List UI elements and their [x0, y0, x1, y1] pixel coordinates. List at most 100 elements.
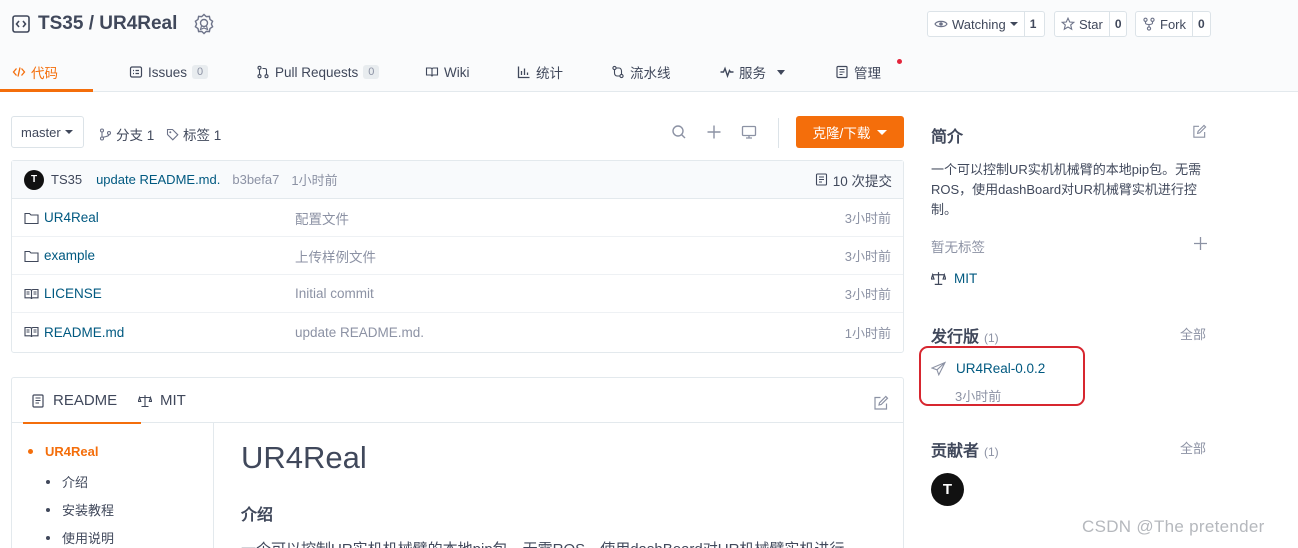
toc-item-label: 使用说明 [62, 531, 115, 546]
avatar[interactable]: T [931, 473, 964, 506]
bullet-icon [28, 449, 33, 454]
watch-count[interactable]: 1 [1025, 17, 1042, 31]
toc-item[interactable]: 使用说明 [46, 528, 114, 547]
intro-title-label: 简介 [931, 129, 964, 146]
scale-icon [138, 394, 152, 407]
table-row[interactable]: LICENSE Initial commit 3小时前 [12, 275, 903, 313]
contributors-title-label: 贡献者 [931, 443, 980, 460]
fork-button[interactable]: Fork 0 [1135, 11, 1211, 37]
file-name[interactable]: LICENSE [44, 286, 102, 301]
tab-services-label: 服务 [739, 66, 766, 81]
table-row[interactable]: UR4Real 配置文件 3小时前 [12, 199, 903, 237]
repo-title-bar: TS35 / UR4Real [12, 10, 215, 38]
issues-count-badge: 0 [192, 65, 209, 79]
tab-wiki[interactable]: Wiki [425, 52, 517, 92]
tab-pipeline[interactable]: 流水线 [611, 52, 720, 92]
releases-title: 发行版 (1) [931, 323, 999, 347]
file-name[interactable]: README.md [44, 325, 124, 340]
plus-icon[interactable] [706, 124, 722, 140]
tag-icon [166, 128, 179, 141]
star-button[interactable]: Star 0 [1054, 11, 1127, 37]
edit-icon[interactable] [1192, 124, 1207, 139]
clone-download-button[interactable]: 克隆/下载 [796, 116, 904, 148]
fork-count[interactable]: 0 [1193, 17, 1210, 31]
tab-license[interactable]: MIT [138, 378, 186, 423]
star-count[interactable]: 0 [1110, 17, 1127, 31]
plus-icon[interactable] [1193, 236, 1208, 251]
readme-paragraph: 一个可以控制UR实机机械臂的本地pip包。无需ROS，使用dashBoard对U… [241, 538, 844, 548]
contributors-all-link[interactable]: 全部 [1180, 438, 1206, 457]
branch-select-value: master [21, 124, 61, 140]
avatar[interactable]: T [24, 169, 44, 190]
pipeline-icon [612, 65, 624, 79]
file-time: 3小时前 [844, 249, 891, 264]
tab-code[interactable]: 代码 [0, 52, 129, 92]
branches-link[interactable]: 分支 1 [99, 124, 154, 144]
document-icon [32, 393, 44, 408]
tab-issues-label: Issues [148, 64, 188, 80]
branch-icon [99, 127, 112, 141]
contributors-count: (1) [984, 445, 999, 459]
commits-icon [815, 173, 827, 186]
tab-readme[interactable]: README [22, 378, 142, 424]
repo-code-icon [12, 15, 30, 33]
commit-sha[interactable]: b3befa7 [232, 172, 279, 187]
tab-license-label: MIT [160, 392, 186, 409]
file-commit-message[interactable]: 上传样例文件 [295, 246, 376, 266]
tab-issues[interactable]: Issues 0 [129, 52, 256, 92]
tab-code-label: 代码 [31, 66, 58, 81]
branches-label: 分支 1 [116, 128, 155, 143]
commit-count: 10 次提交 [832, 173, 892, 189]
edit-icon[interactable] [873, 395, 889, 411]
repo-header: TS35 / UR4Real Watching 1 Star 0 Fork 0 [0, 0, 1298, 92]
pulse-icon [720, 66, 734, 79]
file-name[interactable]: UR4Real [44, 210, 99, 225]
toc-item[interactable]: 介绍 [46, 472, 88, 491]
tab-pull-requests[interactable]: Pull Requests 0 [256, 52, 425, 92]
watermark: CSDN @The pretender [1082, 517, 1265, 536]
license-link[interactable]: MIT [931, 271, 977, 286]
fork-label: Fork [1160, 16, 1186, 32]
repo-title[interactable]: TS35 / UR4Real [38, 13, 177, 35]
tab-pipeline-label: 流水线 [630, 66, 671, 81]
tab-stats[interactable]: 统计 [517, 52, 611, 92]
file-name[interactable]: example [44, 248, 95, 263]
commit-time: 1小时前 [291, 173, 338, 188]
folder-icon [24, 212, 39, 224]
file-commit-message[interactable]: update README.md. [295, 325, 424, 340]
branch-select[interactable]: master [11, 116, 84, 148]
table-row[interactable]: example 上传样例文件 3小时前 [12, 237, 903, 275]
folder-icon [24, 250, 39, 262]
clone-download-label: 克隆/下载 [812, 126, 871, 141]
watch-button[interactable]: Watching 1 [927, 11, 1045, 37]
table-row[interactable]: README.md update README.md. 1小时前 [12, 313, 903, 351]
commit-count-link[interactable]: 10 次提交 [815, 170, 892, 190]
release-highlight-box [919, 346, 1085, 406]
file-commit-message[interactable]: 配置文件 [295, 208, 349, 228]
commit-author[interactable]: TS35 [51, 172, 82, 187]
toc-item[interactable]: 安装教程 [46, 500, 114, 519]
tab-services[interactable]: 服务 [720, 52, 835, 92]
release-link[interactable]: UR4Real-0.0.2 [931, 361, 1045, 376]
toc-item[interactable]: UR4Real [28, 444, 98, 459]
releases-all-link[interactable]: 全部 [1180, 324, 1206, 343]
settings-doc-icon [836, 65, 848, 79]
readme-subheading: 介绍 [241, 507, 274, 524]
monitor-icon[interactable] [741, 124, 757, 140]
gvp-badge-icon[interactable] [193, 13, 215, 35]
file-time: 3小时前 [844, 287, 891, 302]
readme-toc: UR4Real 介绍 安装教程 使用说明 [12, 423, 214, 548]
chevron-down-icon [64, 130, 73, 134]
commit-message[interactable]: update README.md. [96, 172, 220, 187]
tab-manage[interactable]: 管理 [835, 52, 915, 92]
releases-count: (1) [984, 331, 999, 345]
chevron-down-icon [777, 69, 785, 75]
tags-link[interactable]: 标签 1 [166, 124, 221, 144]
file-list: T TS35 update README.md. b3befa7 1小时前 10… [11, 160, 904, 353]
readme-panel: README MIT UR4Real 介绍 安装教程 使用说明 UR4Real … [11, 377, 904, 548]
watch-label: Watching [952, 16, 1006, 32]
file-commit-message[interactable]: Initial commit [295, 286, 374, 301]
repo-description: 一个可以控制UR实机机械臂的本地pip包。无需ROS，使用dashBoard对U… [931, 162, 1202, 217]
search-icon[interactable] [671, 124, 687, 140]
bar-chart-icon [517, 66, 530, 79]
